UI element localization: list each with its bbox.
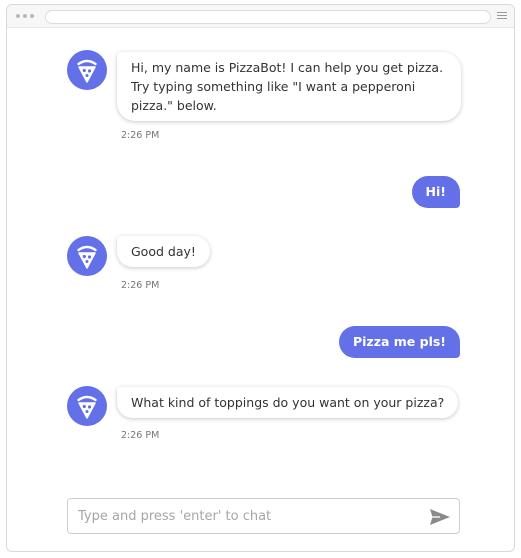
window-dot [16,14,20,18]
address-bar[interactable] [45,10,491,24]
user-message: Pizza me pls! [338,326,460,358]
browser-titlebar [7,5,514,28]
bot-message: What kind of toppings do you want on you… [117,387,459,418]
user-message: Hi! [411,176,460,208]
window-dot [30,14,34,18]
chat-input-container [67,498,460,534]
send-icon[interactable] [429,507,451,527]
pizza-slice-icon [67,386,107,426]
message-timestamp: 2:26 PM [121,280,160,291]
pizza-slice-icon [67,236,107,276]
window-dots [16,14,34,18]
bot-message: Hi, my name is PizzaBot! I can help you … [117,52,461,121]
pizza-slice-icon [67,50,107,90]
message-timestamp: 2:26 PM [121,430,160,441]
chat-input[interactable] [78,506,418,526]
window-dot [23,14,27,18]
hamburger-menu-icon[interactable] [497,12,507,21]
message-timestamp: 2:26 PM [121,130,160,141]
bot-message: Good day! [117,236,210,267]
